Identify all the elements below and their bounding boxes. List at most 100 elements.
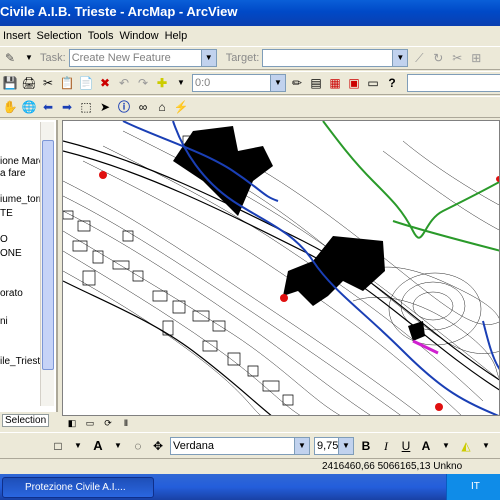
menu-window[interactable]: Window bbox=[116, 30, 161, 42]
dropdown-arrow-icon[interactable]: ▼ bbox=[478, 438, 494, 454]
rotate-icon[interactable]: ↻ bbox=[430, 50, 446, 66]
font-color-icon[interactable]: A bbox=[418, 438, 434, 454]
select-pointer-icon[interactable]: ➤ bbox=[97, 99, 113, 115]
target-select[interactable]: ▼ bbox=[262, 49, 409, 67]
font-size: 9,75 bbox=[317, 439, 339, 452]
dropdown-arrow-icon[interactable]: ▼ bbox=[438, 438, 454, 454]
menu-tools[interactable]: Tools bbox=[85, 30, 117, 42]
paste-icon[interactable]: 📄 bbox=[78, 75, 94, 91]
tools-toolbar: ✋ 🌐 ⬅ ➡ ⬚ ➤ ⓘ ∞ ⌂ ⚡ bbox=[0, 96, 500, 118]
text-icon[interactable]: A bbox=[90, 438, 106, 454]
command-line-icon[interactable]: ▭ bbox=[365, 75, 381, 91]
undo-icon[interactable]: ↶ bbox=[116, 75, 132, 91]
toc-scrollbar[interactable] bbox=[40, 122, 54, 406]
toc-layer-label[interactable]: TE bbox=[0, 208, 13, 219]
task-value: Create New Feature bbox=[71, 52, 171, 64]
menu-bar: Insert Selection Tools Window Help bbox=[0, 26, 500, 45]
dropdown-arrow-icon[interactable]: ▼ bbox=[110, 438, 126, 454]
editor-toolbar-icon[interactable]: ✏ bbox=[289, 75, 305, 91]
dropdown-arrow-icon[interactable]: ▼ bbox=[70, 438, 86, 454]
back-arrow-icon[interactable]: ⬅ bbox=[40, 99, 56, 115]
toc-tabs: Selection bbox=[0, 412, 62, 430]
language-indicator[interactable]: IT bbox=[471, 481, 480, 492]
toc-layer-label[interactable]: ile_Trieste bbox=[0, 356, 46, 367]
map-canvas bbox=[63, 121, 500, 415]
toc-layer-label[interactable]: O bbox=[0, 234, 8, 245]
font-select[interactable]: Verdana ▼ bbox=[170, 436, 310, 455]
menu-help[interactable]: Help bbox=[162, 30, 191, 42]
help-icon[interactable]: ? bbox=[384, 75, 400, 91]
toolbox-icon[interactable]: ▣ bbox=[346, 75, 362, 91]
status-bar: 2416460,66 5066165,13 Unkno bbox=[0, 458, 500, 474]
redo-icon[interactable]: ↷ bbox=[135, 75, 151, 91]
scrollbar-thumb[interactable] bbox=[42, 140, 54, 370]
window-title: Civile A.I.B. Trieste - ArcMap - ArcView bbox=[0, 4, 238, 19]
scale-select[interactable]: 0:0 ▼ bbox=[192, 74, 286, 92]
windows-taskbar: Protezione Civile A.I.... IT bbox=[0, 474, 500, 500]
menu-insert[interactable]: Insert bbox=[0, 30, 34, 42]
green-paths bbox=[322, 121, 499, 252]
print-icon[interactable]: 🖨 bbox=[21, 75, 37, 91]
pan-hand-icon[interactable]: ✋ bbox=[2, 99, 18, 115]
rectangle-icon[interactable]: □ bbox=[50, 438, 66, 454]
data-view-icon[interactable]: ◧ bbox=[64, 415, 80, 431]
fill-color-icon[interactable]: ◭ bbox=[458, 438, 474, 454]
chevron-down-icon: ▼ bbox=[392, 50, 408, 66]
measure-icon[interactable]: ⌂ bbox=[154, 99, 170, 115]
red-point[interactable] bbox=[99, 171, 107, 179]
scale-value: 0:0 bbox=[195, 77, 211, 89]
red-point[interactable] bbox=[435, 403, 443, 411]
split-icon[interactable]: ✂ bbox=[449, 50, 465, 66]
globe-icon[interactable]: 🌐 bbox=[21, 99, 37, 115]
standard-toolbar: 💾 🖨 ✂ 📋 📄 ✖ ↶ ↷ ✚ ▼ 0:0 ▼ ✏ ▤ ▦ ▣ ▭ ? ▼ … bbox=[0, 71, 500, 95]
delete-icon[interactable]: ✖ bbox=[97, 75, 113, 91]
sketch-tool-icon[interactable]: ⟋ bbox=[411, 50, 427, 66]
add-data-icon[interactable]: ✚ bbox=[154, 75, 170, 91]
task-select[interactable]: Create New Feature ▼ bbox=[68, 49, 217, 67]
refresh-icon[interactable]: ⟳ bbox=[100, 415, 116, 431]
toc-icon[interactable]: ▤ bbox=[308, 75, 324, 91]
chevron-down-icon: ▼ bbox=[338, 437, 353, 454]
red-point[interactable] bbox=[280, 294, 288, 302]
dropdown-arrow-icon[interactable]: ▼ bbox=[21, 50, 37, 66]
pencil-icon[interactable]: ✎ bbox=[2, 50, 18, 66]
save-icon[interactable]: 💾 bbox=[2, 75, 18, 91]
underline-icon[interactable]: U bbox=[398, 438, 414, 454]
forward-arrow-icon[interactable]: ➡ bbox=[59, 99, 75, 115]
select-features-icon[interactable]: ⬚ bbox=[78, 99, 94, 115]
taskbar-button-arcmap[interactable]: Protezione Civile A.I.... bbox=[2, 477, 154, 498]
map-view[interactable] bbox=[62, 120, 500, 416]
roads bbox=[63, 140, 499, 415]
chevron-down-icon: ▼ bbox=[200, 50, 216, 66]
cut-icon[interactable]: ✂ bbox=[40, 75, 56, 91]
target-label: Target: bbox=[225, 52, 260, 64]
font-name: Verdana bbox=[173, 439, 214, 452]
chevron-down-icon: ▼ bbox=[270, 75, 285, 91]
toc-layer-label[interactable]: orato bbox=[0, 288, 23, 299]
italic-icon[interactable]: I bbox=[378, 438, 394, 454]
contour-lines bbox=[63, 130, 499, 415]
edit-vertex-icon[interactable]: ⊞ bbox=[468, 50, 484, 66]
font-size-select[interactable]: 9,75 ▼ bbox=[314, 436, 354, 455]
bold-icon[interactable]: B bbox=[358, 438, 374, 454]
pause-icon[interactable]: Ⅱ bbox=[118, 415, 134, 431]
drawing-toolbar: □ ▼ A ▼ ◌ ✥ Verdana ▼ 9,75 ▼ B I U A ▼ ◭… bbox=[0, 432, 500, 458]
toc-layer-label[interactable]: a fare bbox=[0, 168, 26, 179]
find-binoculars-icon[interactable]: ∞ bbox=[135, 99, 151, 115]
layout-view-icon[interactable]: ▭ bbox=[82, 415, 98, 431]
hyperlink-icon[interactable]: ⚡ bbox=[173, 99, 189, 115]
taskbar-button-label: Protezione Civile A.I.... bbox=[25, 482, 126, 493]
editor-toolbar: ✎ ▼ Task: Create New Feature ▼ Target: ▼… bbox=[0, 46, 500, 70]
callout-icon[interactable]: ◌ bbox=[130, 438, 146, 454]
layer-select[interactable]: ▼ bbox=[407, 74, 500, 92]
dropdown-arrow-icon[interactable]: ▼ bbox=[173, 75, 189, 91]
red-point[interactable] bbox=[496, 176, 500, 182]
identify-icon[interactable]: ⓘ bbox=[116, 99, 132, 115]
select-elements-icon[interactable]: ✥ bbox=[150, 438, 166, 454]
toc-layer-label[interactable]: ni bbox=[0, 316, 8, 327]
tab-selection[interactable]: Selection bbox=[2, 414, 50, 427]
menu-selection[interactable]: Selection bbox=[34, 30, 85, 42]
copy-icon[interactable]: 📋 bbox=[59, 75, 75, 91]
catalog-icon[interactable]: ▦ bbox=[327, 75, 343, 91]
toc-layer-label[interactable]: ONE bbox=[0, 248, 22, 259]
